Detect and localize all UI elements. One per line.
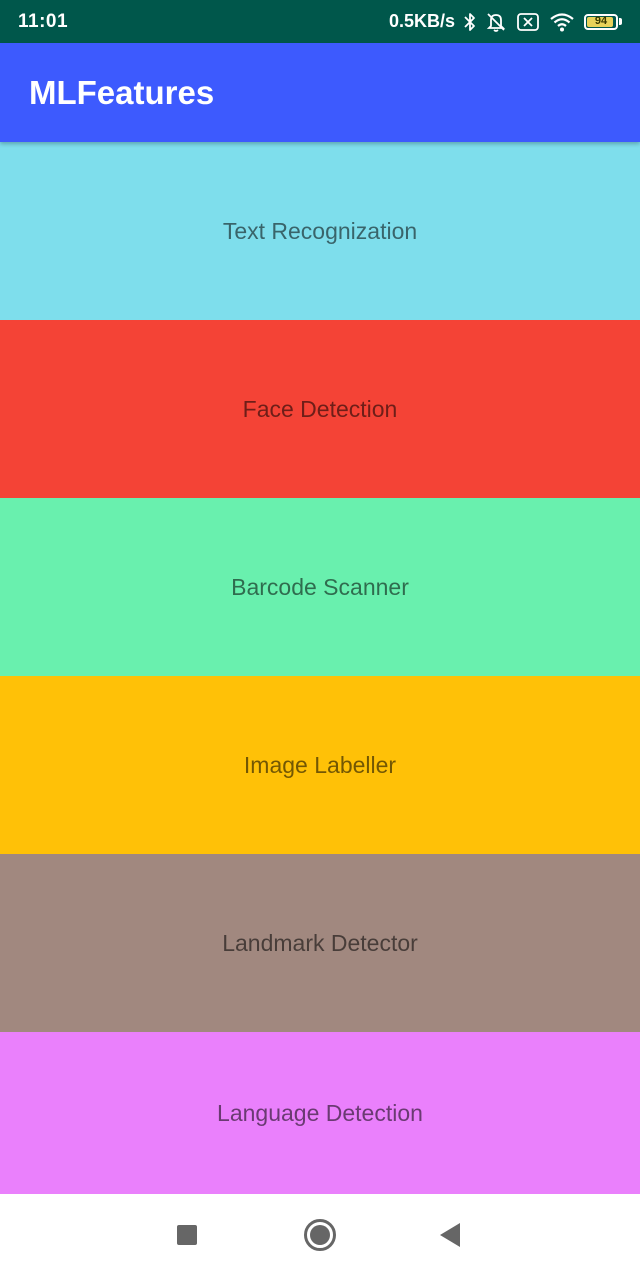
recents-icon [176, 1224, 198, 1251]
feature-item-image-labeller[interactable]: Image Labeller [0, 676, 640, 854]
recents-button[interactable] [157, 1207, 217, 1267]
wifi-icon [549, 11, 575, 33]
app-bar: MLFeatures [0, 43, 640, 142]
app-title: MLFeatures [29, 73, 215, 111]
back-icon [438, 1222, 462, 1253]
feature-item-text-recognization[interactable]: Text Recognization [0, 142, 640, 320]
feature-item-language-detection[interactable]: Language Detection [0, 1032, 640, 1194]
feature-label: Language Detection [217, 1099, 423, 1126]
feature-list: Text Recognization Face Detection Barcod… [0, 142, 640, 1194]
navigation-bar [0, 1194, 640, 1280]
feature-label: Landmark Detector [222, 929, 418, 956]
back-button[interactable] [420, 1207, 480, 1267]
home-button[interactable] [290, 1207, 350, 1267]
feature-label: Face Detection [242, 395, 398, 422]
feature-label: Image Labeller [243, 751, 397, 778]
feature-item-face-detection[interactable]: Face Detection [0, 320, 640, 498]
bluetooth-icon [464, 12, 476, 32]
sim-off-icon [516, 12, 540, 32]
status-time: 11:01 [18, 10, 69, 32]
battery-icon: 94 [584, 13, 622, 30]
feature-item-barcode-scanner[interactable]: Barcode Scanner [0, 498, 640, 676]
notification-off-icon [485, 11, 507, 33]
feature-item-landmark-detector[interactable]: Landmark Detector [0, 854, 640, 1032]
feature-label: Barcode Scanner [231, 573, 409, 600]
network-speed: 0.5KB/s [388, 11, 455, 31]
home-icon [303, 1218, 337, 1257]
feature-label: Text Recognization [222, 217, 418, 244]
status-icons: 0.5KB/s 94 [389, 11, 622, 33]
battery-level: 94 [594, 15, 608, 27]
status-bar: 11:01 0.5KB/s 94 [0, 0, 640, 43]
